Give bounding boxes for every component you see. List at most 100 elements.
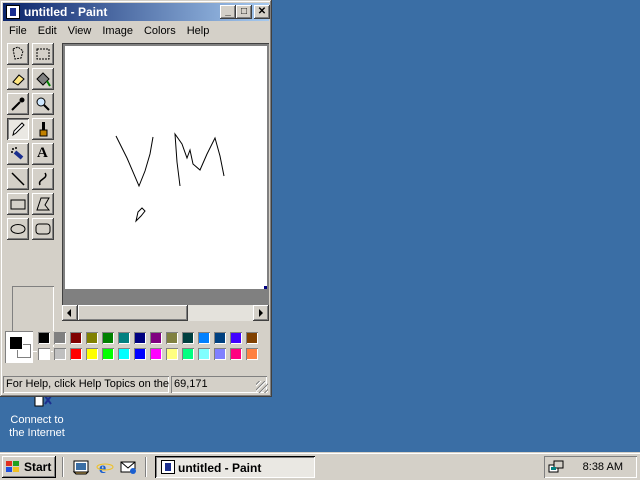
scroll-thumb[interactable] — [78, 305, 188, 321]
start-label: Start — [24, 460, 52, 474]
palette-swatch[interactable] — [149, 331, 163, 345]
status-bar: For Help, click Help Topics on the Help … — [3, 375, 269, 394]
free-form-select-icon — [12, 46, 24, 60]
menu-image[interactable]: Image — [96, 22, 138, 37]
eraser-tool[interactable] — [7, 68, 29, 90]
pencil-tool[interactable] — [7, 118, 29, 140]
connect-to-internet-icon[interactable]: Connect to the Internet — [0, 395, 74, 440]
horizontal-scrollbar[interactable] — [62, 305, 269, 321]
palette-swatch[interactable] — [101, 331, 115, 345]
line-tool[interactable] — [7, 168, 29, 190]
fill-tool[interactable] — [32, 68, 54, 90]
palette-swatch[interactable] — [85, 331, 99, 345]
current-colors[interactable] — [5, 331, 33, 363]
resize-grip[interactable] — [256, 381, 268, 393]
airbrush-tool[interactable] — [7, 143, 29, 165]
palette-swatch[interactable] — [117, 331, 131, 345]
ellipse-tool[interactable] — [7, 218, 29, 240]
system-tray: 8:38 AM — [544, 456, 637, 478]
menu-edit[interactable]: Edit — [32, 22, 62, 37]
menu-file[interactable]: File — [3, 22, 32, 37]
rounded-rectangle-icon — [35, 223, 51, 235]
task-button-label: untitled - Paint — [178, 461, 262, 475]
foreground-color-swatch[interactable] — [9, 336, 23, 350]
paint-task-icon — [161, 460, 175, 474]
taskbar-separator — [145, 457, 147, 477]
drawing-canvas[interactable] — [65, 46, 267, 289]
paint-app-icon[interactable] — [6, 5, 20, 19]
canvas-area — [62, 43, 269, 321]
palette-swatch[interactable] — [101, 347, 115, 361]
drawn-letter-v — [115, 135, 154, 188]
outlook-express-icon[interactable] — [119, 458, 137, 476]
eraser-icon — [12, 74, 25, 86]
close-button[interactable]: ✕ — [254, 5, 270, 19]
palette-swatch[interactable] — [37, 347, 51, 361]
palette-swatch[interactable] — [213, 347, 227, 361]
minimize-button[interactable]: _ — [220, 5, 236, 19]
palette-swatch[interactable] — [133, 331, 147, 345]
paint-bucket-icon — [36, 72, 51, 87]
pencil-cursor-icon — [135, 207, 146, 223]
menu-bar: File Edit View Image Colors Help — [3, 22, 269, 41]
text-tool[interactable]: A — [32, 143, 54, 165]
magnifier-tool[interactable] — [32, 93, 54, 115]
palette-swatch[interactable] — [181, 331, 195, 345]
palette-swatch[interactable] — [197, 331, 211, 345]
palette-swatch[interactable] — [117, 347, 131, 361]
magnifier-icon — [36, 97, 50, 111]
clock[interactable]: 8:38 AM — [583, 461, 623, 473]
scroll-left-button[interactable] — [62, 305, 78, 321]
palette-swatch[interactable] — [53, 331, 67, 345]
select-tool[interactable] — [32, 43, 54, 65]
palette-swatch[interactable] — [133, 347, 147, 361]
network-tray-icon[interactable] — [548, 459, 564, 475]
palette-swatch[interactable] — [85, 347, 99, 361]
window-title: untitled - Paint — [24, 5, 108, 19]
rectangle-tool[interactable] — [7, 193, 29, 215]
menu-help[interactable]: Help — [181, 22, 215, 37]
toolbox: A — [5, 43, 57, 313]
line-icon — [11, 172, 25, 186]
color-palette — [3, 329, 269, 365]
pick-color-tool[interactable] — [7, 93, 29, 115]
palette-swatch[interactable] — [229, 347, 243, 361]
palette-swatch[interactable] — [165, 331, 179, 345]
scroll-right-button[interactable] — [253, 305, 269, 321]
task-button-paint[interactable]: untitled - Paint — [155, 456, 315, 478]
menu-view[interactable]: View — [62, 22, 97, 37]
free-form-select-tool[interactable] — [7, 43, 29, 65]
ellipse-icon — [10, 224, 26, 234]
palette-swatch[interactable] — [69, 347, 83, 361]
maximize-button[interactable]: □ — [236, 5, 252, 19]
internet-explorer-icon[interactable]: e — [96, 458, 114, 477]
palette-swatch[interactable] — [69, 331, 83, 345]
drawing-strokes — [115, 132, 267, 289]
menu-colors[interactable]: Colors — [138, 22, 181, 37]
curve-tool[interactable] — [32, 168, 54, 190]
palette-swatch[interactable] — [197, 347, 211, 361]
palette-swatch[interactable] — [213, 331, 227, 345]
start-button[interactable]: Start — [2, 456, 56, 478]
brush-tool[interactable] — [32, 118, 54, 140]
airbrush-icon — [11, 147, 24, 160]
windows-logo-icon — [6, 461, 19, 472]
brush-icon — [39, 122, 48, 137]
show-desktop-icon[interactable] — [72, 458, 90, 476]
palette-swatch[interactable] — [165, 347, 179, 361]
rectangle-icon — [10, 199, 26, 210]
palette-swatch[interactable] — [37, 331, 51, 345]
palette-swatch[interactable] — [149, 347, 163, 361]
palette-swatch[interactable] — [181, 347, 195, 361]
rect-select-icon — [36, 48, 50, 60]
desktop-icon-label-1: Connect to — [10, 414, 64, 426]
svg-text:e: e — [99, 460, 106, 476]
palette-swatch[interactable] — [53, 347, 67, 361]
title-bar[interactable]: untitled - Paint _ □ ✕ — [3, 3, 270, 21]
palette-swatch[interactable] — [229, 331, 243, 345]
palette-swatch[interactable] — [245, 347, 259, 361]
palette-swatch[interactable] — [245, 331, 259, 345]
desktop-icon-label-2: the Internet — [9, 427, 65, 439]
rounded-rectangle-tool[interactable] — [32, 218, 54, 240]
polygon-tool[interactable] — [32, 193, 54, 215]
